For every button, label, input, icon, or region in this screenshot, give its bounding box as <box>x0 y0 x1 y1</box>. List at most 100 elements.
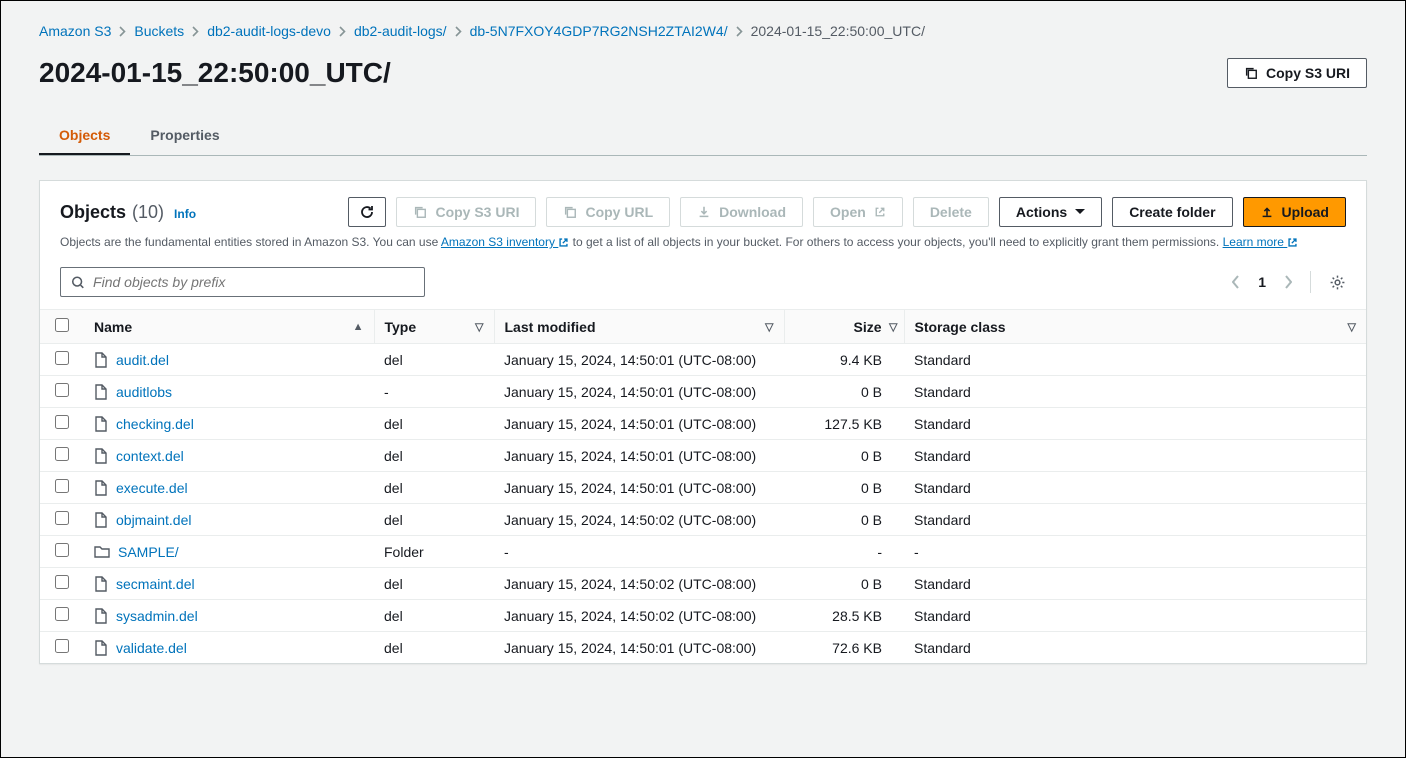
cell-modified: - <box>494 536 784 568</box>
table-row: sysadmin.deldelJanuary 15, 2024, 14:50:0… <box>40 600 1366 632</box>
col-size[interactable]: Size▽ <box>784 310 904 344</box>
filter-icon: ▽ <box>765 320 773 333</box>
object-name-link[interactable]: execute.del <box>116 480 188 496</box>
cell-size: 0 B <box>784 376 904 408</box>
cell-modified: January 15, 2024, 14:50:02 (UTC-08:00) <box>494 600 784 632</box>
objects-panel: Objects (10) Info Copy S3 URI Copy URL <box>39 180 1367 664</box>
breadcrumb-separator <box>339 26 346 37</box>
search-box[interactable] <box>60 267 425 297</box>
breadcrumb-separator <box>455 26 462 37</box>
cell-storage: Standard <box>904 440 1366 472</box>
tabs: Objects Properties <box>39 117 1367 156</box>
row-checkbox[interactable] <box>55 607 69 621</box>
object-name-link[interactable]: sysadmin.del <box>116 608 198 624</box>
object-name-link[interactable]: validate.del <box>116 640 187 656</box>
filter-icon: ▽ <box>1348 320 1356 333</box>
col-name[interactable]: Name▲ <box>84 310 374 344</box>
search-input[interactable] <box>93 274 414 290</box>
table-row: context.deldelJanuary 15, 2024, 14:50:01… <box>40 440 1366 472</box>
file-icon <box>94 352 108 368</box>
create-folder-button[interactable]: Create folder <box>1112 197 1232 227</box>
refresh-button[interactable] <box>348 197 386 227</box>
row-checkbox[interactable] <box>55 351 69 365</box>
table-row: secmaint.deldelJanuary 15, 2024, 14:50:0… <box>40 568 1366 600</box>
download-button[interactable]: Download <box>680 197 803 227</box>
desc-mid: to get a list of all objects in your buc… <box>569 235 1222 249</box>
cell-modified: January 15, 2024, 14:50:02 (UTC-08:00) <box>494 568 784 600</box>
refresh-icon <box>359 204 375 220</box>
desc-prefix: Objects are the fundamental entities sto… <box>60 235 441 249</box>
row-checkbox[interactable] <box>55 447 69 461</box>
tab-properties[interactable]: Properties <box>130 117 239 155</box>
cell-type: del <box>374 632 494 664</box>
col-storage[interactable]: Storage class▽ <box>904 310 1366 344</box>
object-name-link[interactable]: audit.del <box>116 352 169 368</box>
object-name-link[interactable]: secmaint.del <box>116 576 195 592</box>
object-name-link[interactable]: SAMPLE/ <box>118 544 179 560</box>
table-row: execute.deldelJanuary 15, 2024, 14:50:01… <box>40 472 1366 504</box>
learn-more-link[interactable]: Learn more <box>1223 235 1299 249</box>
table-row: audit.deldelJanuary 15, 2024, 14:50:01 (… <box>40 344 1366 376</box>
prev-page[interactable] <box>1232 275 1240 289</box>
cell-storage: Standard <box>904 504 1366 536</box>
panel-title: Objects <box>60 202 126 223</box>
row-checkbox[interactable] <box>55 575 69 589</box>
copy-icon <box>1244 66 1258 80</box>
breadcrumb-link[interactable]: db2-audit-logs/ <box>354 23 447 39</box>
table-row: checking.deldelJanuary 15, 2024, 14:50:0… <box>40 408 1366 440</box>
info-link[interactable]: Info <box>174 207 196 221</box>
file-icon <box>94 480 108 496</box>
cell-type: del <box>374 472 494 504</box>
object-name-link[interactable]: objmaint.del <box>116 512 192 528</box>
actions-dropdown[interactable]: Actions <box>999 197 1102 227</box>
cell-modified: January 15, 2024, 14:50:01 (UTC-08:00) <box>494 344 784 376</box>
object-name-link[interactable]: context.del <box>116 448 184 464</box>
breadcrumb-link[interactable]: db2-audit-logs-devo <box>207 23 331 39</box>
cell-modified: January 15, 2024, 14:50:01 (UTC-08:00) <box>494 376 784 408</box>
cell-storage: Standard <box>904 472 1366 504</box>
copy-s3-label: Copy S3 URI <box>435 204 519 220</box>
row-checkbox[interactable] <box>55 543 69 557</box>
download-icon <box>697 205 711 219</box>
open-button[interactable]: Open <box>813 197 903 227</box>
breadcrumb-link[interactable]: db-5N7FXOY4GDP7RG2NSH2ZTAI2W4/ <box>470 23 728 39</box>
breadcrumb-link[interactable]: Buckets <box>134 23 184 39</box>
s3-inventory-link[interactable]: Amazon S3 inventory <box>441 235 569 249</box>
table-row: validate.deldelJanuary 15, 2024, 14:50:0… <box>40 632 1366 664</box>
file-icon <box>94 576 108 592</box>
row-checkbox[interactable] <box>55 479 69 493</box>
search-icon <box>71 275 85 290</box>
delete-button[interactable]: Delete <box>913 197 989 227</box>
sort-asc-icon: ▲ <box>353 321 364 333</box>
select-all-checkbox[interactable] <box>55 318 69 332</box>
filter-icon: ▽ <box>889 320 897 333</box>
row-checkbox[interactable] <box>55 639 69 653</box>
row-checkbox[interactable] <box>55 511 69 525</box>
tab-objects[interactable]: Objects <box>39 117 130 155</box>
object-name-link[interactable]: auditlobs <box>116 384 172 400</box>
upload-button[interactable]: Upload <box>1243 197 1346 227</box>
copy-s3-uri-button[interactable]: Copy S3 URI <box>1227 58 1367 88</box>
breadcrumb-link[interactable]: Amazon S3 <box>39 23 111 39</box>
breadcrumb-current: 2024-01-15_22:50:00_UTC/ <box>751 23 925 39</box>
copy-s3-uri-button-toolbar[interactable]: Copy S3 URI <box>396 197 536 227</box>
object-name-link[interactable]: checking.del <box>116 416 194 432</box>
external-link-icon <box>1287 237 1298 248</box>
row-checkbox[interactable] <box>55 415 69 429</box>
col-type[interactable]: Type▽ <box>374 310 494 344</box>
row-checkbox[interactable] <box>55 383 69 397</box>
copy-url-button[interactable]: Copy URL <box>546 197 670 227</box>
settings-button[interactable] <box>1329 274 1346 291</box>
cell-type: Folder <box>374 536 494 568</box>
col-modified[interactable]: Last modified▽ <box>494 310 784 344</box>
breadcrumb-separator <box>119 26 126 37</box>
file-icon <box>94 608 108 624</box>
actions-label: Actions <box>1016 204 1067 220</box>
copy-url-label: Copy URL <box>585 204 653 220</box>
next-page[interactable] <box>1284 275 1292 289</box>
upload-icon <box>1260 205 1274 219</box>
cell-type: del <box>374 408 494 440</box>
folder-icon <box>94 545 110 559</box>
chevron-right-icon <box>1284 275 1292 289</box>
cell-type: del <box>374 440 494 472</box>
